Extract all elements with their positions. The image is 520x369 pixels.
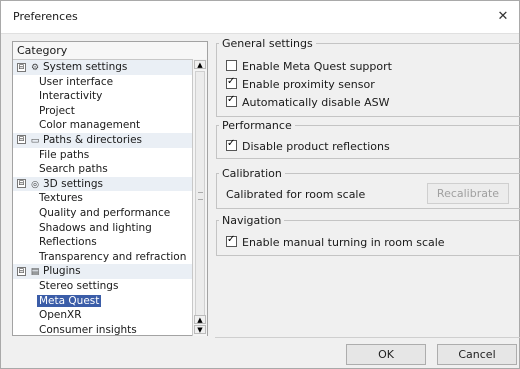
- collapse-toggle-icon[interactable]: ⊟: [17, 135, 26, 145]
- tree-item[interactable]: Consumer insights: [13, 323, 193, 335]
- checkbox-icon[interactable]: [226, 234, 237, 247]
- tree-group-item[interactable]: ⊟ ◎ 3D settings: [13, 176, 193, 192]
- tree-item[interactable]: File paths: [13, 148, 193, 163]
- tree-item[interactable]: Quality and performance: [13, 206, 193, 221]
- window-title: Preferences: [13, 10, 78, 23]
- calibration-legend: Calibration: [222, 167, 282, 180]
- tree-item-label: Search paths: [39, 163, 108, 176]
- category-panel: Category ⊟ ⚙ System settings User interface…: [12, 41, 208, 336]
- manual-turning-label: Enable manual turning in room scale: [242, 236, 445, 249]
- scroll-up-lower-icon[interactable]: ▲: [194, 315, 206, 324]
- tree-item[interactable]: Color management: [13, 118, 193, 133]
- category-tree: ⊟ ⚙ System settings User interface Interacti…: [13, 60, 193, 335]
- tree-item[interactable]: Transparency and refraction: [13, 250, 193, 265]
- tree-item-label: User interface: [39, 75, 114, 88]
- checkbox-icon[interactable]: [226, 60, 237, 71]
- tree-item-label: OpenXR: [39, 309, 82, 322]
- proximity-sensor-checkbox[interactable]: Enable proximity sensor: [226, 76, 375, 91]
- general-settings-legend: General settings: [222, 37, 313, 50]
- tree-group-item[interactable]: ⊟ ▭ Paths & directories: [13, 132, 193, 148]
- tree-group-item[interactable]: ⊟ ⚙ System settings: [13, 60, 193, 75]
- tree-item[interactable]: Reflections: [13, 235, 193, 250]
- collapse-toggle-icon[interactable]: ⊟: [17, 266, 26, 276]
- scroll-up-icon[interactable]: ▲: [194, 60, 206, 69]
- tree-item-label: System settings: [43, 61, 128, 73]
- footer-divider: [215, 337, 520, 338]
- tree-item[interactable]: Interactivity: [13, 89, 193, 104]
- close-icon[interactable]: ✕: [493, 7, 513, 27]
- tree-item[interactable]: Stereo settings: [13, 279, 193, 294]
- scroll-down-icon[interactable]: ▼: [194, 325, 206, 334]
- tree-item-label: Quality and performance: [39, 206, 171, 219]
- tree-item-label: Interactivity: [39, 90, 103, 103]
- tree-item[interactable]: User interface: [13, 75, 193, 90]
- general-settings-group: General settings Enable Meta Quest suppo…: [216, 37, 520, 117]
- tree-item-label: Project: [39, 104, 75, 117]
- tree-item-label: 3D settings: [43, 177, 103, 190]
- cancel-button[interactable]: Cancel: [437, 344, 517, 365]
- tree-item-label: File paths: [39, 148, 90, 161]
- tree-item-label: Textures: [39, 192, 83, 205]
- collapse-toggle-icon[interactable]: ⊟: [17, 179, 26, 189]
- recalibrate-button[interactable]: Recalibrate: [427, 183, 509, 204]
- proximity-sensor-label: Enable proximity sensor: [242, 78, 375, 91]
- navigation-legend: Navigation: [222, 214, 282, 227]
- tree-item-label: Paths & directories: [43, 133, 143, 146]
- grip-icon: [198, 192, 203, 200]
- disable-reflections-checkbox[interactable]: Disable product reflections: [226, 138, 390, 153]
- checkbox-icon[interactable]: [226, 94, 237, 107]
- calibration-status: Calibrated for room scale: [226, 188, 366, 201]
- title-bar: Preferences ✕: [1, 1, 519, 34]
- tree-item[interactable]: Search paths: [13, 162, 193, 177]
- checkbox-icon[interactable]: [226, 138, 237, 151]
- manual-turning-checkbox[interactable]: Enable manual turning in room scale: [226, 234, 445, 249]
- gear-icon: ⚙: [30, 63, 40, 73]
- preferences-dialog: Preferences ✕ Category ⊟ ⚙ System settings…: [0, 0, 520, 369]
- plugin-icon: ▤: [30, 267, 40, 278]
- folder-icon: ▭: [30, 135, 40, 146]
- collapse-toggle-icon[interactable]: ⊟: [17, 62, 26, 72]
- tree-item[interactable]: Textures: [13, 191, 193, 206]
- tree-item-label: Consumer insights: [39, 323, 137, 335]
- tree-group-item[interactable]: ⊟ ▤ Plugins: [13, 264, 193, 279]
- checkbox-icon[interactable]: [226, 76, 237, 89]
- meta-quest-support-label: Enable Meta Quest support: [242, 60, 392, 73]
- tree-item-label: Color management: [39, 119, 141, 132]
- tree-item[interactable]: Shadows and lighting: [13, 221, 193, 236]
- tree-item-label: Meta Quest: [37, 294, 102, 307]
- navigation-group: Navigation Enable manual turning in room…: [216, 214, 520, 256]
- calibration-group: Calibration Calibrated for room scale Re…: [216, 167, 520, 209]
- performance-legend: Performance: [222, 119, 292, 132]
- meta-quest-support-checkbox[interactable]: Enable Meta Quest support: [226, 60, 392, 73]
- scroll-thumb[interactable]: [195, 71, 205, 317]
- tree-item[interactable]: OpenXR: [13, 308, 193, 323]
- category-header: Category: [13, 42, 207, 60]
- disable-asw-label: Automatically disable ASW: [242, 96, 390, 109]
- tree-item[interactable]: Meta Quest: [13, 294, 193, 309]
- category-scrollbar[interactable]: ▲ ▲ ▼: [192, 59, 207, 336]
- cube-icon: ◎: [31, 179, 39, 190]
- disable-asw-checkbox[interactable]: Automatically disable ASW: [226, 94, 390, 109]
- disable-reflections-label: Disable product reflections: [242, 140, 390, 153]
- tree-item-label: Reflections: [39, 236, 97, 249]
- performance-group: Performance Disable product reflections: [216, 119, 520, 159]
- tree-item-label: Transparency and refraction: [39, 250, 187, 263]
- tree-item-label: Shadows and lighting: [39, 221, 152, 234]
- ok-button[interactable]: OK: [346, 344, 426, 365]
- tree-item-label: Stereo settings: [39, 279, 119, 292]
- tree-item[interactable]: Project: [13, 104, 193, 119]
- tree-item-label: Plugins: [43, 265, 81, 278]
